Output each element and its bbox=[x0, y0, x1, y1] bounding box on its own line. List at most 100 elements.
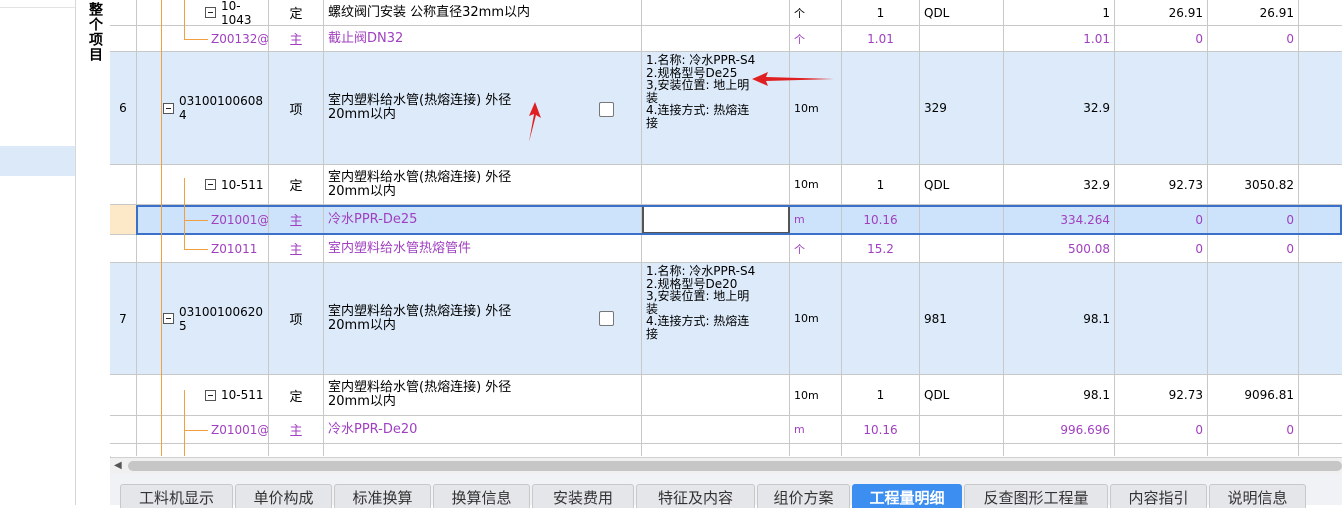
price-cell: 26.91 bbox=[1115, 0, 1208, 25]
unit-cell: 个 bbox=[790, 26, 842, 51]
left-panel-selected-item[interactable] bbox=[0, 146, 75, 176]
name-cell: 截止阀DN32 bbox=[324, 26, 642, 51]
expr-cell: QDL bbox=[920, 375, 1004, 415]
expr-cell: QDL bbox=[920, 0, 1004, 25]
code-line2: 5 bbox=[179, 318, 187, 333]
tab-pricing-scheme[interactable]: 组价方案 bbox=[757, 484, 850, 508]
left-panel bbox=[0, 0, 76, 505]
table-row[interactable]: Z00132@3 主 截止阀DN32 个 1.01 1.01 0 0 bbox=[110, 26, 1342, 52]
code-cell: 10-1043 bbox=[221, 0, 252, 25]
collapse-icon[interactable] bbox=[163, 102, 174, 114]
type-cell: 定 bbox=[269, 375, 324, 415]
tab-unit-price-composition[interactable]: 单价构成 bbox=[235, 484, 332, 508]
table-row-partial[interactable] bbox=[110, 444, 1342, 456]
code-line2: 4 bbox=[179, 108, 187, 122]
detail-tab-bar: 工料机显示 单价构成 标准换算 换算信息 安装费用 特征及内容 组价方案 工程量… bbox=[110, 474, 1342, 508]
name-cell: 冷水PPR-De20 bbox=[324, 416, 642, 443]
collapse-icon[interactable] bbox=[205, 179, 216, 190]
amount-cell: 32.9 bbox=[1004, 165, 1115, 204]
bill-grid: 10-1043 定 螺纹阀门安装 公称直径32mm以内 个 1 QDL 1 26… bbox=[110, 0, 1342, 456]
tab-installation-fee[interactable]: 安装费用 bbox=[532, 484, 634, 508]
amount-cell: 32.9 bbox=[1004, 52, 1115, 164]
price-cell: 92.73 bbox=[1115, 165, 1208, 204]
scroll-left-icon[interactable]: ◀ bbox=[114, 460, 122, 471]
amount-cell: 334.264 bbox=[1004, 205, 1115, 234]
tab-labor-material-display[interactable]: 工料机显示 bbox=[120, 484, 233, 508]
feature-edit-box[interactable] bbox=[642, 205, 790, 234]
tab-features-content[interactable]: 特征及内容 bbox=[636, 484, 755, 508]
total-cell: 3050.82 bbox=[1208, 165, 1299, 204]
qty-cell: 1 bbox=[842, 0, 920, 25]
price-cell: 0 bbox=[1115, 205, 1208, 234]
qty-cell: 10.16 bbox=[842, 416, 920, 443]
expr-cell: QDL bbox=[920, 165, 1004, 204]
scroll-thumb[interactable] bbox=[128, 461, 1342, 471]
tree-line bbox=[184, 0, 185, 40]
price-cell: 0 bbox=[1115, 416, 1208, 443]
table-row[interactable]: 10-511 定 室内塑料给水管(热熔连接) 外径 20mm以内 10m 1 QD… bbox=[110, 165, 1342, 205]
collapse-icon[interactable] bbox=[205, 389, 216, 401]
type-cell: 定 bbox=[269, 165, 324, 204]
amount-cell: 996.696 bbox=[1004, 416, 1115, 443]
table-row[interactable]: 10-1043 定 螺纹阀门安装 公称直径32mm以内 个 1 QDL 1 26… bbox=[110, 0, 1342, 26]
tree-line bbox=[184, 249, 208, 250]
seq-cell: 7 bbox=[110, 263, 137, 374]
qty-cell: 10.16 bbox=[842, 205, 920, 234]
tree-line bbox=[184, 390, 185, 456]
amount-cell: 1.01 bbox=[1004, 26, 1115, 51]
checkbox[interactable] bbox=[599, 311, 614, 326]
unit-cell: 10m bbox=[790, 165, 842, 204]
project-title-column: 整个项目 bbox=[76, 0, 111, 505]
checkbox[interactable] bbox=[599, 102, 614, 117]
tree-line bbox=[161, 0, 162, 456]
project-title: 整个项目 bbox=[87, 2, 103, 62]
type-cell: 主 bbox=[269, 205, 324, 234]
table-row[interactable]: Z01001@2 主 冷水PPR-De20 m 10.16 996.696 0 … bbox=[110, 416, 1342, 444]
name-cell: 冷水PPR-De25 bbox=[324, 205, 642, 234]
name-line2: 20mm以内 bbox=[328, 107, 396, 122]
price-cell: 0 bbox=[1115, 235, 1208, 262]
horizontal-scrollbar[interactable]: ◀ bbox=[110, 457, 1342, 474]
name-cell: 室内塑料给水管热熔管件 bbox=[324, 235, 642, 262]
code-cell: 10-511 bbox=[221, 388, 264, 402]
table-row[interactable]: Z01011 主 室内塑料给水管热熔管件 个 15.2 500.08 0 0 bbox=[110, 235, 1342, 263]
table-row-selected[interactable]: Z01001@1 主 冷水PPR-De25 m 10.16 334.264 0 … bbox=[110, 205, 1342, 235]
table-row[interactable]: 6 03100100608 4 项 室内塑料给水管(热熔连接) 外径 20mm以内 … bbox=[110, 52, 1342, 165]
type-cell: 主 bbox=[269, 235, 324, 262]
type-cell: 主 bbox=[269, 26, 324, 51]
tab-conversion-info[interactable]: 换算信息 bbox=[433, 484, 530, 508]
total-cell: 0 bbox=[1208, 205, 1299, 234]
tab-standard-conversion[interactable]: 标准换算 bbox=[334, 484, 431, 508]
tree-line bbox=[184, 220, 208, 221]
table-row[interactable]: 10-511 定 室内塑料给水管(热熔连接) 外径 20mm以内 10m 1 QD… bbox=[110, 375, 1342, 416]
tree-line bbox=[184, 39, 208, 40]
name-cell: 螺纹阀门安装 公称直径32mm以内 bbox=[324, 0, 642, 25]
code-cell: 10-511 bbox=[221, 177, 264, 192]
code-line1: 03100100608 bbox=[179, 94, 263, 108]
total-cell: 0 bbox=[1208, 235, 1299, 262]
annotation-arrow bbox=[752, 72, 834, 86]
qty-cell: 1 bbox=[842, 165, 920, 204]
tree-line bbox=[184, 430, 208, 431]
name-line1: 室内塑料给水管(热熔连接) 外径 bbox=[328, 93, 512, 108]
expr-cell: 981 bbox=[920, 263, 1004, 374]
annotation-arrow bbox=[529, 102, 541, 142]
total-cell: 0 bbox=[1208, 26, 1299, 51]
collapse-icon[interactable] bbox=[205, 7, 216, 18]
type-cell: 定 bbox=[269, 0, 324, 25]
tab-reverse-graphic-quantity[interactable]: 反查图形工程量 bbox=[964, 484, 1108, 508]
expr-cell: 329 bbox=[920, 52, 1004, 164]
collapse-icon[interactable] bbox=[163, 313, 174, 324]
feature-description: 1.名称: 冷水PPR-S4 2.规格型号De25 3,安装位置: 地上明 装 … bbox=[646, 53, 756, 130]
table-row[interactable]: 7 03100100620 5 项 室内塑料给水管(热熔连接) 外径 20mm以内 … bbox=[110, 263, 1342, 375]
unit-cell: 个 bbox=[790, 0, 842, 25]
tab-description-info[interactable]: 说明信息 bbox=[1209, 484, 1306, 508]
unit-cell: 个 bbox=[790, 235, 842, 262]
qty-cell: 1 bbox=[842, 375, 920, 415]
unit-cell: 10m bbox=[790, 375, 842, 415]
seq-cell: 6 bbox=[110, 52, 137, 164]
tab-quantity-details[interactable]: 工程量明细 bbox=[852, 484, 962, 508]
feature-description: 1.名称: 冷水PPR-S4 2.规格型号De20 3,安装位置: 地上明 装 … bbox=[646, 264, 756, 341]
tab-content-guide[interactable]: 内容指引 bbox=[1110, 484, 1207, 508]
amount-cell: 1 bbox=[1004, 0, 1115, 25]
